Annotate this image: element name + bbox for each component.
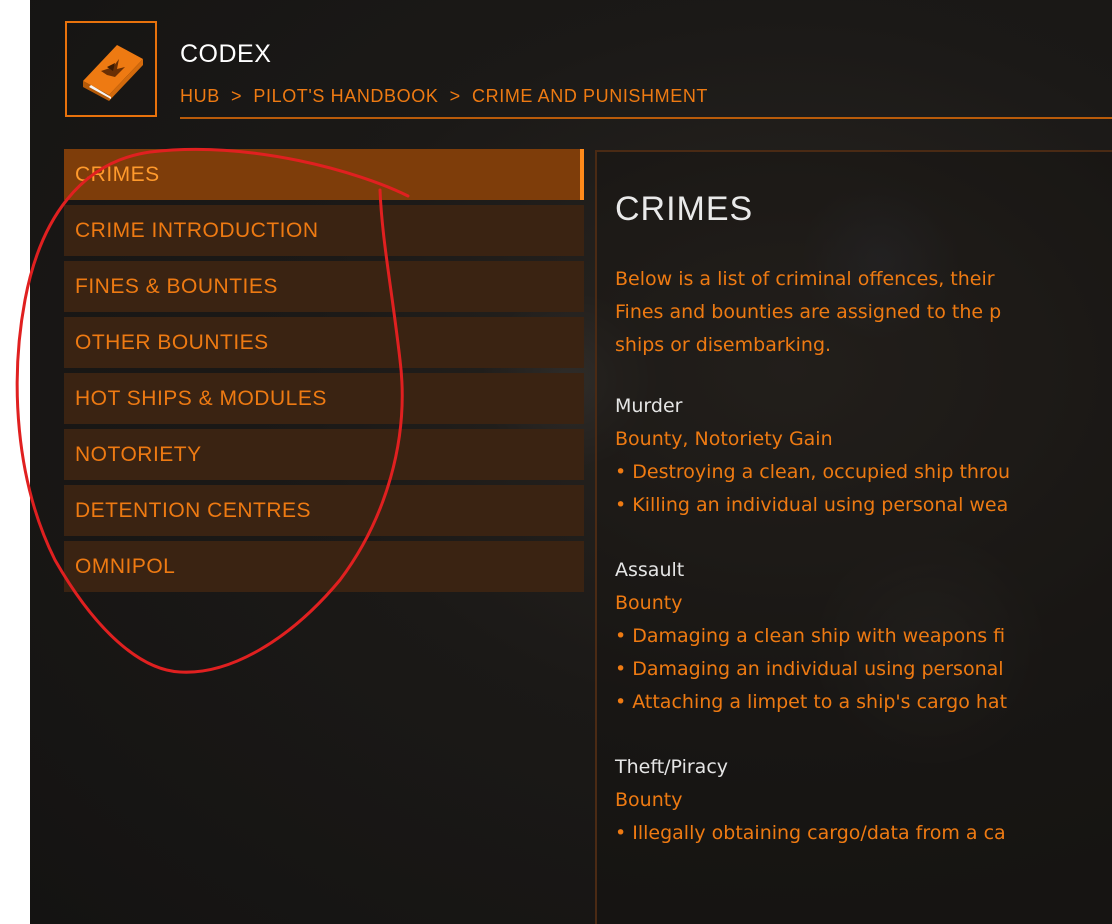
breadcrumb: HUB > PILOT'S HANDBOOK > CRIME AND PUNIS… [180,86,708,107]
content-title: CRIMES [615,190,754,228]
crime-name: Murder [615,395,683,417]
intro-line: Below is a list of criminal offences, th… [615,268,995,290]
sidebar-item-notoriety[interactable]: NOTORIETY [64,429,584,480]
codex-logo [65,21,157,117]
header-divider [180,117,1112,119]
crime-entry-murder: Murder Bounty, Notoriety Gain • Destroyi… [615,390,1112,522]
sidebar-item-hot-ships-modules[interactable]: HOT SHIPS & MODULES [64,373,584,424]
breadcrumb-hub[interactable]: HUB [180,86,220,106]
sidebar-item-crime-introduction[interactable]: CRIME INTRODUCTION [64,205,584,256]
crime-detail: • Illegally obtaining cargo/data from a … [615,822,1006,844]
crime-penalty: Bounty [615,789,683,811]
crime-detail: • Killing an individual using personal w… [615,494,1009,516]
codex-screen: CODEX HUB > PILOT'S HANDBOOK > CRIME AND… [30,0,1112,924]
breadcrumb-crime-and-punishment[interactable]: CRIME AND PUNISHMENT [472,86,708,106]
breadcrumb-separator: > [231,86,243,106]
content-body: Below is a list of criminal offences, th… [615,263,1112,882]
crime-penalty: Bounty, Notoriety Gain [615,428,833,450]
crime-entry-theft-piracy: Theft/Piracy Bounty • Illegally obtainin… [615,751,1112,850]
sidebar-item-detention-centres[interactable]: DETENTION CENTRES [64,485,584,536]
crime-detail: • Damaging a clean ship with weapons fi [615,625,1006,647]
intro-line: ships or disembarking. [615,334,832,356]
sidebar-item-omnipol[interactable]: OMNIPOL [64,541,584,592]
intro-line: Fines and bounties are assigned to the p [615,301,1002,323]
crime-penalty: Bounty [615,592,683,614]
sidebar-item-crimes[interactable]: CRIMES [64,149,584,200]
content-panel[interactable]: CRIMES Below is a list of criminal offen… [595,150,1112,924]
crime-detail: • Damaging an individual using personal [615,658,1004,680]
breadcrumb-pilots-handbook[interactable]: PILOT'S HANDBOOK [253,86,438,106]
sidebar-item-other-bounties[interactable]: OTHER BOUNTIES [64,317,584,368]
crime-name: Theft/Piracy [615,756,729,778]
intro-text: Below is a list of criminal offences, th… [615,263,1112,362]
codex-book-icon [83,45,143,101]
crime-detail: • Attaching a limpet to a ship's cargo h… [615,691,1008,713]
sidebar-item-fines-bounties[interactable]: FINES & BOUNTIES [64,261,584,312]
crime-entry-assault: Assault Bounty • Damaging a clean ship w… [615,554,1112,719]
breadcrumb-separator: > [449,86,461,106]
crime-name: Assault [615,559,685,581]
sidebar: CRIMES CRIME INTRODUCTION FINES & BOUNTI… [64,149,584,597]
crime-detail: • Destroying a clean, occupied ship thro… [615,461,1011,483]
page-title: CODEX [180,40,272,68]
